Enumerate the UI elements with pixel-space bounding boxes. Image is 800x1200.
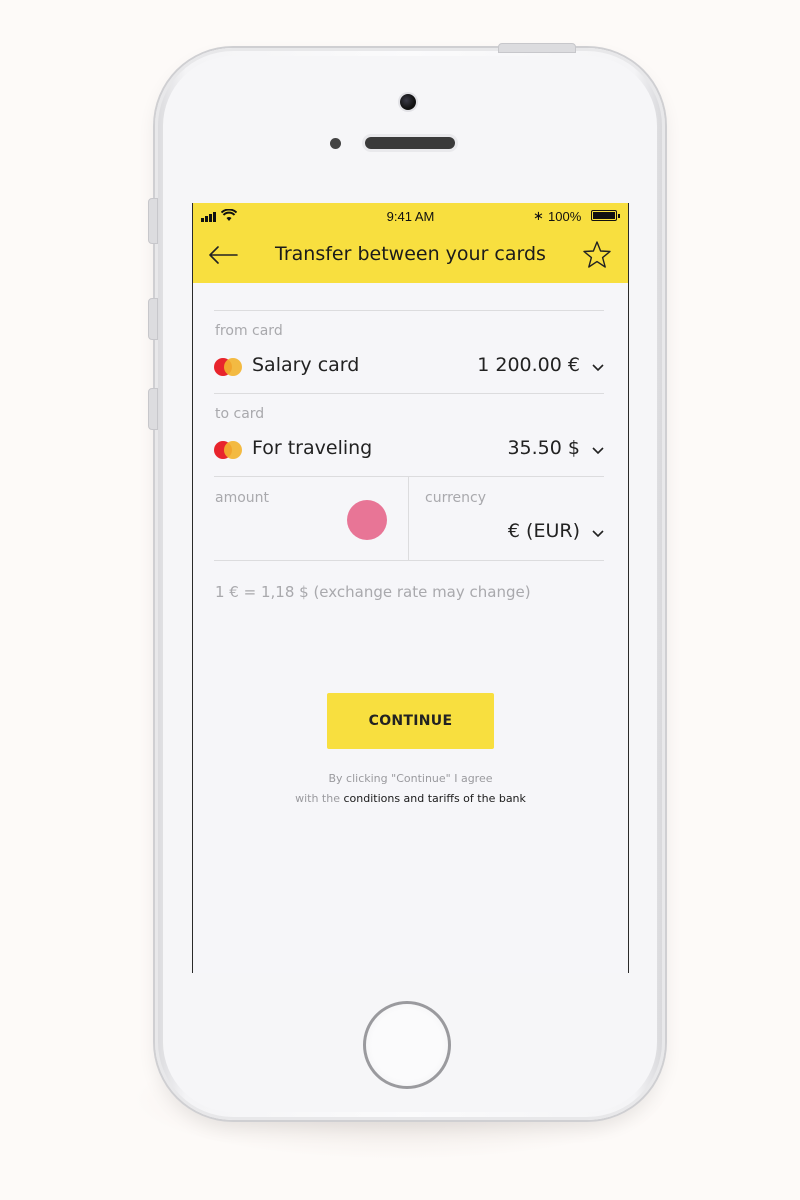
divider [214,393,604,394]
agreement-line-1: By clicking "Continue" I agree [328,772,493,785]
to-card-name[interactable]: For traveling [252,437,372,459]
earpiece-speaker [365,137,455,149]
app-screen: 9:41 AM ∗ 100% Transfer between your car… [192,203,629,973]
divider [214,310,604,311]
star-icon[interactable] [581,239,613,271]
battery-icon [591,210,620,221]
conditions-link[interactable]: conditions and tariffs of the bank [343,792,525,805]
agreement-text: By clicking "Continue" I agree with the … [193,769,628,809]
power-button [498,43,576,53]
home-button[interactable] [363,1001,451,1089]
volume-up-button [148,298,158,340]
mastercard-icon [214,358,244,376]
agreement-prefix: with the [295,792,340,805]
divider [214,476,604,477]
chevron-down-icon[interactable] [591,529,605,539]
mute-switch [148,198,158,244]
currency-select[interactable]: € (EUR) [508,520,580,542]
mastercard-icon [214,441,244,459]
currency-label: currency [425,490,486,506]
to-card-balance[interactable]: 35.50 $ [507,437,580,459]
volume-down-button [148,388,158,430]
bluetooth-icon: ∗ [533,208,544,223]
divider [214,560,604,561]
vertical-divider [408,477,409,561]
front-camera [400,94,416,110]
battery-percent: 100% [548,209,582,224]
exchange-rate-note: 1 € = 1,18 $ (exchange rate may change) [215,583,531,601]
chevron-down-icon[interactable] [591,363,605,373]
page-title: Transfer between your cards [275,243,546,265]
from-card-balance[interactable]: 1 200.00 € [477,354,580,376]
from-card-label: from card [215,323,283,339]
touch-indicator [347,500,387,540]
header-bar: 9:41 AM ∗ 100% Transfer between your car… [193,203,628,283]
agreement-line-2: with the conditions and tariffs of the b… [193,789,628,809]
amount-label: amount [215,490,270,506]
proximity-sensor [330,138,341,149]
continue-button[interactable]: CONTINUE [327,693,494,749]
to-card-label: to card [215,406,265,422]
from-card-name[interactable]: Salary card [252,354,359,376]
status-bar: 9:41 AM ∗ 100% [193,203,628,229]
chevron-down-icon[interactable] [591,446,605,456]
